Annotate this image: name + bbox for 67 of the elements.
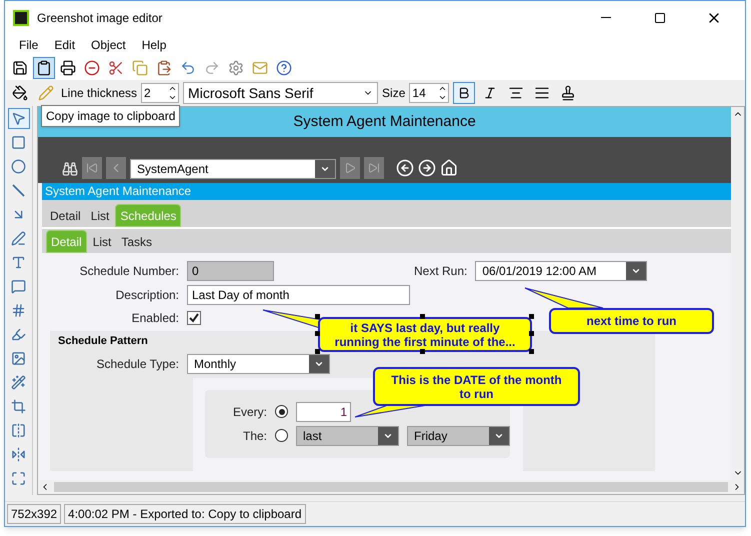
- freehand-icon: [11, 231, 26, 246]
- pointer-tool[interactable]: [8, 108, 30, 129]
- section-title: System Agent Maintenance: [42, 183, 731, 200]
- clipboard-icon[interactable]: [33, 57, 55, 79]
- enabled-checkbox[interactable]: [187, 311, 201, 325]
- line-icon: [12, 184, 25, 197]
- highlighter-icon: [11, 327, 26, 342]
- bold-button[interactable]: [453, 82, 476, 104]
- option-label: Every:: [232, 404, 267, 420]
- play-icon: [344, 162, 356, 174]
- window-title: Greenshot image editor: [37, 10, 164, 26]
- radio-button[interactable]: [275, 405, 288, 418]
- skip-forward-icon: [368, 162, 380, 174]
- schedule-type-dropdown[interactable]: Monthly: [187, 354, 330, 374]
- back-icon[interactable]: [396, 159, 414, 177]
- line-thickness-label: Line thickness: [61, 85, 138, 102]
- line-thickness-spinner[interactable]: 2: [141, 83, 180, 103]
- subtab[interactable]: Tasks: [117, 230, 156, 253]
- radio-button[interactable]: [275, 429, 288, 442]
- bold-icon: [457, 86, 472, 100]
- image-icon: [11, 351, 26, 366]
- text-icon: [11, 255, 26, 270]
- italic-icon: [483, 86, 498, 100]
- rotate-right-icon: [11, 447, 26, 462]
- home-icon[interactable]: [440, 159, 458, 177]
- skip-back-icon: [86, 162, 98, 174]
- description-label: Description:: [114, 287, 180, 304]
- schedule-type-label: Schedule Type:: [95, 356, 180, 372]
- forward-icon[interactable]: [418, 159, 436, 177]
- menu-item[interactable]: Help: [134, 36, 174, 54]
- status-text: 4:00:02 PM - Exported to: Copy to clipboard: [64, 504, 306, 524]
- weekday-dropdown[interactable]: Friday: [407, 426, 510, 446]
- day-field[interactable]: 1: [296, 402, 351, 422]
- menu-item[interactable]: Object: [83, 36, 134, 54]
- callout: it SAYS last day, but really running the first minute of the...: [318, 317, 532, 352]
- ellipse-icon: [11, 159, 26, 174]
- maximize-icon: [654, 12, 666, 24]
- subtab[interactable]: List: [88, 230, 116, 253]
- crop-icon: [11, 399, 26, 414]
- next-run-dropdown[interactable]: 06/01/2019 12:00 AM: [475, 261, 648, 281]
- record-dropdown[interactable]: SystemAgent: [130, 159, 336, 179]
- rotate-left-icon: [11, 423, 26, 438]
- font-dropdown[interactable]: Microsoft Sans Serif: [183, 82, 378, 104]
- size-label: Size: [382, 85, 406, 102]
- size-spinner[interactable]: 14: [409, 83, 450, 103]
- magic-wand-icon: [11, 375, 26, 390]
- ordinal-dropdown[interactable]: last: [296, 426, 399, 446]
- next-run-label: Next Run:: [414, 263, 468, 280]
- enabled-label: Enabled:: [130, 310, 180, 327]
- menu-item[interactable]: Edit: [46, 36, 84, 54]
- schedule-pattern-title: Schedule Pattern: [58, 334, 148, 349]
- pointer-icon: [11, 111, 26, 126]
- tooltip: Copy image to clipboard: [41, 105, 180, 127]
- schedule-number-label: Schedule Number:: [78, 263, 180, 280]
- binoculars-icon[interactable]: [62, 161, 78, 177]
- description-field[interactable]: Last Day of month: [187, 285, 410, 305]
- status-text: 752x392: [7, 504, 62, 524]
- tab[interactable]: List: [86, 204, 114, 227]
- speech-bubble-icon: [11, 279, 26, 294]
- menu-item[interactable]: File: [11, 36, 46, 54]
- app-logo-icon: [13, 10, 29, 26]
- option-label: The:: [242, 428, 267, 444]
- counter-icon: [11, 303, 26, 318]
- resize-icon: [11, 471, 26, 486]
- minimize-icon: [601, 17, 611, 18]
- rectangle-icon: [11, 135, 26, 150]
- tab[interactable]: Detail: [46, 204, 85, 227]
